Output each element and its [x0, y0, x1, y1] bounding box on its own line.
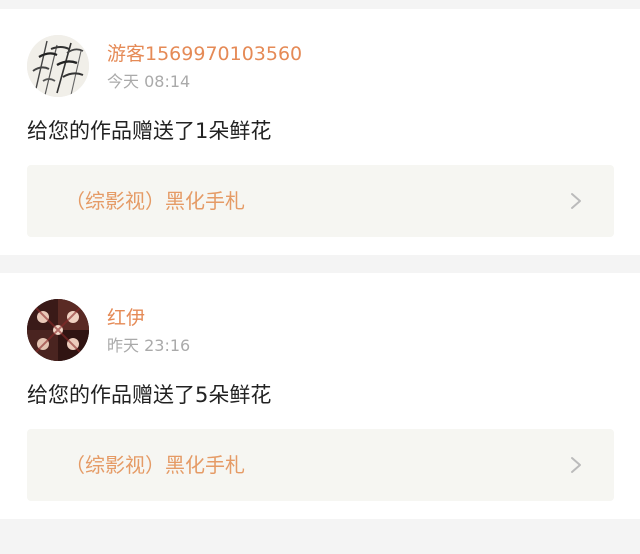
avatar[interactable]: [27, 35, 89, 97]
work-link[interactable]: （综影视）黑化手札: [27, 429, 614, 501]
avatar-photo-grid-image: [27, 299, 89, 361]
timestamp: 今天 08:14: [107, 72, 191, 91]
work-link[interactable]: （综影视）黑化手札: [27, 165, 614, 237]
gift-notification-card: 红伊 昨天 23:16 给您的作品赠送了5朵鲜花 （综影视）黑化手札: [0, 273, 640, 519]
avatar[interactable]: [27, 299, 89, 361]
work-title: （综影视）黑化手札: [65, 453, 245, 477]
gift-notification-card: 游客1569970103560 今天 08:14 给您的作品赠送了1朵鲜花 （综…: [0, 9, 640, 255]
username[interactable]: 游客1569970103560: [107, 42, 302, 66]
gift-message: 给您的作品赠送了1朵鲜花: [27, 119, 272, 143]
gift-notification-feed: 游客1569970103560 今天 08:14 给您的作品赠送了1朵鲜花 （综…: [0, 0, 640, 554]
work-title: （综影视）黑化手札: [65, 189, 245, 213]
timestamp: 昨天 23:16: [107, 336, 191, 355]
username[interactable]: 红伊: [107, 306, 145, 330]
avatar-ink-bamboo-image: [27, 35, 89, 97]
gift-message: 给您的作品赠送了5朵鲜花: [27, 383, 272, 407]
chevron-right-icon: [571, 457, 581, 473]
chevron-right-icon: [571, 193, 581, 209]
